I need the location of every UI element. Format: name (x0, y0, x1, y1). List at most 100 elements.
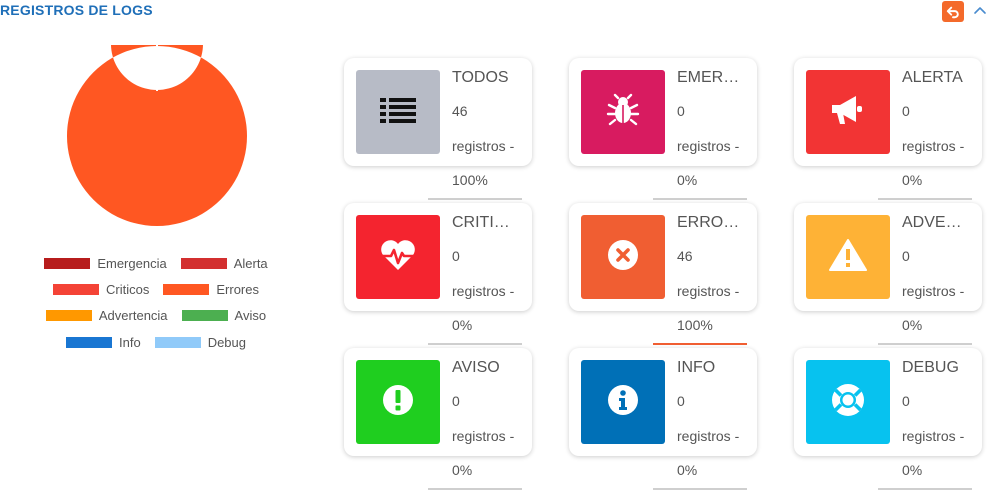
legend-swatch (180, 257, 227, 269)
undo-button[interactable] (942, 1, 964, 22)
legend-label: Criticos (106, 281, 150, 297)
card-count: 0 (452, 248, 460, 264)
card-title: TODOS (452, 69, 509, 86)
legend-item-criticos[interactable]: Criticos (53, 282, 149, 297)
collapse-button[interactable] (972, 2, 988, 18)
card-subtitle: registros - (677, 283, 740, 299)
legend-item-alerta[interactable]: Alerta (180, 255, 268, 271)
card-icon-box (581, 360, 665, 444)
legend-swatch (154, 336, 201, 348)
chart-legend: Emergencia Alerta Criticos Errores Advertenc… (0, 250, 312, 355)
legend-item-aviso[interactable]: Aviso (181, 308, 267, 324)
legend-swatch (66, 336, 112, 348)
card-subtitle: registros - (677, 428, 740, 444)
legend-item-info[interactable]: Info (66, 335, 141, 350)
legend-label: Emergencia (97, 255, 167, 271)
legend-swatch (163, 283, 210, 295)
legend-swatch (181, 310, 228, 322)
card-count: 0 (677, 103, 685, 119)
log-card-info-circle[interactable]: INFO 0 registros - (569, 348, 757, 456)
card-percent: 0% (452, 317, 473, 333)
card-count: 0 (902, 103, 910, 119)
card-icon-box (356, 215, 440, 299)
legend-row: Info Debug (0, 329, 312, 355)
legend-label: Alerta (233, 255, 268, 271)
log-card-exclamation-circle[interactable]: AVISO 0 registros - (344, 348, 532, 456)
card-icon-box (806, 70, 890, 154)
card-subtitle: registros - (902, 428, 965, 444)
legend-item-advertencia[interactable]: Advertencia (45, 308, 168, 324)
card-title: EMER… (677, 69, 740, 86)
card-percent: 0% (452, 462, 473, 478)
card-count: 0 (902, 248, 910, 264)
card-icon-box (806, 360, 890, 444)
percent-bar (653, 488, 747, 490)
percent-bar (878, 488, 972, 490)
card-percent: 0% (902, 172, 923, 188)
card-percent: 0% (902, 317, 923, 333)
log-card-warning[interactable]: ADVE… 0 registros - (794, 203, 982, 311)
legend-label: Advertencia (98, 308, 168, 324)
legend-row: Criticos Errores (0, 276, 312, 302)
card-subtitle: registros - (902, 283, 965, 299)
log-card-bug[interactable]: EMER… 0 registros - (569, 58, 757, 166)
list-icon (379, 95, 417, 130)
card-percent: 0% (902, 462, 923, 478)
card-subtitle: registros - (677, 138, 740, 154)
percent-bar (428, 488, 522, 490)
legend-row: Advertencia Aviso (0, 303, 312, 329)
percent-bar (653, 198, 747, 200)
card-title: CRITI… (452, 214, 510, 231)
log-card-life-ring[interactable]: DEBUG 0 registros - (794, 348, 982, 456)
legend-swatch (44, 257, 91, 269)
card-count: 0 (902, 393, 910, 409)
legend-item-debug[interactable]: Debug (154, 334, 246, 350)
card-percent: 0% (677, 172, 698, 188)
log-card-times-circle[interactable]: ERRO… 46 registros - (569, 203, 757, 311)
card-title: ERRO… (677, 214, 740, 231)
legend-label: Info (119, 334, 141, 350)
life-ring-icon (830, 382, 866, 423)
card-percent: 0% (677, 462, 698, 478)
card-subtitle: registros - (452, 283, 515, 299)
log-card-heartbeat[interactable]: CRITI… 0 registros - (344, 203, 532, 311)
card-subtitle: registros - (452, 428, 515, 444)
card-title: INFO (677, 359, 716, 376)
card-count: 0 (677, 393, 685, 409)
legend-item-emergencia[interactable]: Emergencia (44, 255, 167, 271)
panel-title: REGISTROS DE LOGS (0, 2, 153, 18)
chevron-up-icon (974, 7, 986, 14)
card-title: DEBUG (902, 359, 959, 376)
legend-label: Errores (216, 281, 259, 297)
legend-swatch (45, 310, 92, 322)
info-circle-icon (607, 384, 639, 421)
legend-swatch (53, 283, 100, 295)
undo-icon (946, 6, 959, 18)
legend-row: Emergencia Alerta (0, 250, 312, 276)
times-circle-icon (607, 239, 639, 276)
legend-label: Debug (207, 334, 246, 350)
card-count: 0 (452, 393, 460, 409)
card-icon-box (806, 215, 890, 299)
card-percent: 100% (452, 172, 488, 188)
card-count: 46 (452, 103, 468, 119)
bullhorn-icon (829, 93, 867, 132)
log-card-bullhorn[interactable]: ALERTA 0 registros - (794, 58, 982, 166)
card-title: ADVE… (902, 214, 962, 231)
legend-item-errores[interactable]: Errores (163, 282, 259, 297)
percent-bar (428, 343, 522, 345)
card-title: ALERTA (902, 69, 963, 86)
card-title: AVISO (452, 359, 500, 376)
percent-bar (878, 198, 972, 200)
exclamation-circle-icon (382, 384, 414, 421)
card-subtitle: registros - (452, 138, 515, 154)
card-icon-box (356, 360, 440, 444)
legend-label: Aviso (234, 308, 267, 324)
card-percent: 100% (677, 317, 713, 333)
log-card-list[interactable]: TODOS 46 registros - (344, 58, 532, 166)
warning-icon (829, 238, 867, 277)
percent-bar (878, 343, 972, 345)
heartbeat-icon (378, 238, 418, 277)
card-icon-box (581, 70, 665, 154)
bug-icon (605, 92, 641, 133)
